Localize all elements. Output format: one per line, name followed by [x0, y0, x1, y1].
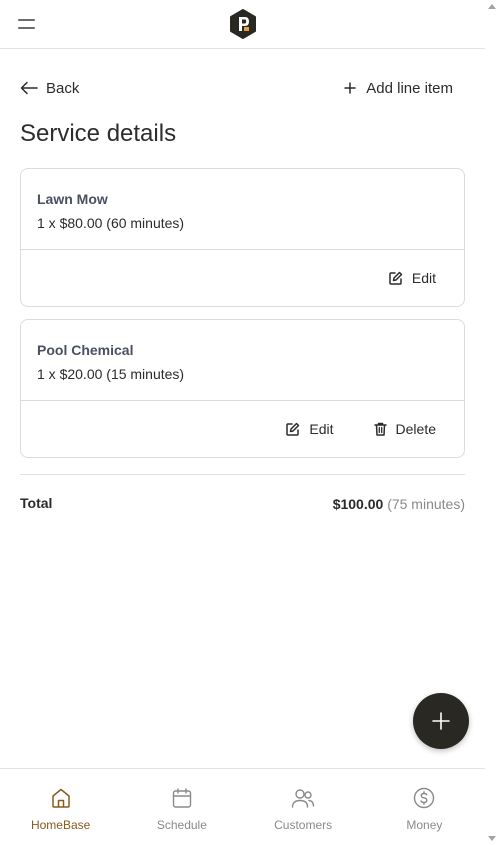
edit-label: Edit	[309, 421, 334, 437]
brand-logo-icon[interactable]	[229, 9, 257, 39]
bottom-nav: HomeBase Schedule Customers Money	[0, 768, 485, 845]
home-icon	[51, 788, 70, 808]
nav-item-schedule[interactable]: Schedule	[121, 769, 242, 845]
trash-icon	[373, 422, 387, 436]
nav-item-money[interactable]: Money	[364, 769, 485, 845]
dollar-circle-icon	[414, 787, 435, 809]
line-item-info: Lawn Mow 1 x $80.00 (60 minutes)	[21, 169, 464, 250]
divider	[20, 474, 465, 475]
back-link[interactable]: Back	[20, 78, 79, 98]
top-bar	[0, 0, 485, 49]
nav-label: HomeBase	[30, 818, 91, 832]
edit-icon	[286, 422, 300, 436]
add-fab-button[interactable]	[413, 693, 469, 749]
line-item-detail: 1 x $20.00 (15 minutes)	[37, 366, 185, 382]
delete-label: Delete	[395, 421, 436, 437]
line-item-detail: 1 x $80.00 (60 minutes)	[37, 215, 185, 231]
plus-icon	[344, 82, 357, 94]
app-viewport: Back Add line item Service details Lawn …	[0, 0, 485, 845]
edit-button[interactable]: Edit	[286, 421, 334, 437]
line-item-card: Lawn Mow 1 x $80.00 (60 minutes) Edit	[20, 168, 465, 307]
total-amount: $100.00	[332, 496, 384, 512]
calendar-icon	[172, 788, 192, 808]
scroll-down-arrow-icon[interactable]	[488, 836, 496, 841]
page-title: Service details	[20, 120, 177, 147]
total-duration: (75 minutes)	[387, 496, 465, 512]
line-item-actions: Edit	[21, 250, 464, 306]
line-item-name: Pool Chemical	[37, 342, 134, 358]
nav-item-homebase[interactable]: HomeBase	[0, 769, 121, 845]
scroll-up-arrow-icon[interactable]	[488, 4, 496, 9]
scrollbar[interactable]	[485, 0, 500, 845]
hamburger-icon[interactable]	[18, 17, 35, 30]
plus-icon	[432, 712, 450, 730]
users-icon	[291, 789, 315, 808]
nav-label: Customers	[274, 818, 333, 832]
add-line-item-label: Add line item	[366, 79, 453, 97]
edit-button[interactable]: Edit	[389, 270, 436, 286]
add-line-item-button[interactable]: Add line item	[344, 78, 453, 98]
edit-icon	[389, 271, 403, 285]
arrow-left-icon	[20, 81, 38, 95]
line-item-card: Pool Chemical 1 x $20.00 (15 minutes) Ed…	[20, 319, 465, 458]
nav-label: Money	[406, 818, 443, 832]
line-item-info: Pool Chemical 1 x $20.00 (15 minutes)	[21, 320, 464, 401]
total-label: Total	[20, 495, 53, 511]
nav-item-customers[interactable]: Customers	[243, 769, 364, 845]
line-item-name: Lawn Mow	[37, 191, 108, 207]
edit-label: Edit	[411, 270, 436, 286]
total-value: $100.00 (75 minutes)	[333, 496, 465, 512]
back-label: Back	[46, 79, 80, 97]
delete-button[interactable]: Delete	[373, 421, 436, 437]
line-item-actions: Edit Delete	[21, 401, 464, 457]
nav-label: Schedule	[156, 818, 207, 832]
